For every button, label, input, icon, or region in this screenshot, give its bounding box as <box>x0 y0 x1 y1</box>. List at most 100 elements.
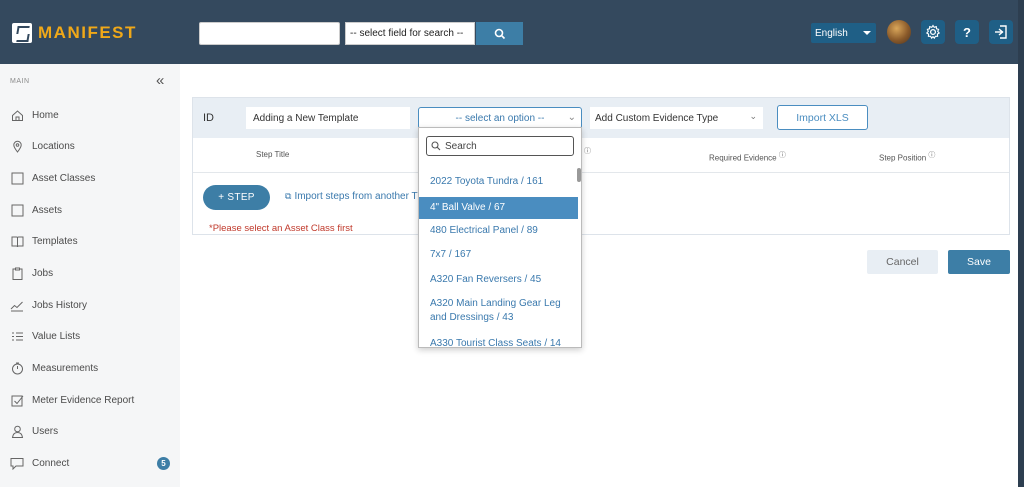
user-avatar[interactable] <box>887 20 911 44</box>
asset-class-placeholder: -- select an option -- <box>455 112 545 124</box>
user-icon <box>10 424 24 438</box>
sidebar-item-connect[interactable]: Connect <box>10 454 69 472</box>
sidebar-item-label: Users <box>32 425 59 437</box>
sidebar-item-users[interactable]: Users <box>10 422 58 440</box>
import-steps-label: Import steps from another T <box>294 191 418 202</box>
logout-icon <box>995 25 1007 39</box>
copy-icon: ⧉ <box>285 191 292 201</box>
chevron-down-icon: ⌄ <box>567 112 576 123</box>
help-circle-icon[interactable]: ⓘ <box>779 152 786 159</box>
template-name-input[interactable]: Adding a New Template <box>246 107 410 129</box>
sidebar-section-header: MAIN <box>10 78 30 85</box>
sidebar-item-measurements[interactable]: Measurements <box>10 359 98 377</box>
import-steps-link[interactable]: ⧉ Import steps from another T <box>285 191 418 202</box>
save-label: Save <box>967 256 991 268</box>
search-button[interactable] <box>476 22 523 45</box>
home-icon <box>10 108 24 122</box>
language-label: English <box>815 27 848 39</box>
import-xls-label: Import XLS <box>796 111 849 124</box>
sidebar-item-templates[interactable]: Templates <box>10 232 78 250</box>
import-xls-button[interactable]: Import XLS <box>777 105 868 130</box>
cancel-label: Cancel <box>886 256 919 268</box>
clipboard-icon <box>10 266 24 280</box>
sidebar-item-label: Home <box>32 109 59 121</box>
logout-button[interactable] <box>989 20 1013 44</box>
cancel-button[interactable]: Cancel <box>867 250 938 274</box>
search-field-select-label: -- select field for search -- <box>350 28 464 39</box>
checkbox-icon <box>10 393 24 407</box>
dropdown-search-input[interactable]: Search <box>426 136 574 156</box>
book-icon <box>10 234 24 248</box>
dropdown-option[interactable]: A320 Main Landing Gear Leg and Dressings… <box>419 295 578 327</box>
search-field-select[interactable]: -- select field for search -- <box>345 22 475 45</box>
logo-text: MANIFEST <box>38 23 137 42</box>
square-icon <box>10 203 24 217</box>
dropdown-search-placeholder: Search <box>445 140 477 152</box>
id-label: ID <box>203 112 214 124</box>
template-name-value: Adding a New Template <box>253 112 359 124</box>
sidebar-item-meter-evidence-report[interactable]: Meter Evidence Report <box>10 391 134 409</box>
sidebar-item-locations[interactable]: Locations <box>10 137 75 155</box>
custom-evidence-type-select[interactable]: Add Custom Evidence Type ⌄ <box>590 107 763 129</box>
custom-evidence-type-label: Add Custom Evidence Type <box>595 112 719 124</box>
gear-icon <box>925 24 941 40</box>
chat-icon <box>10 456 24 470</box>
template-form-header: ID Adding a New Template -- select an op… <box>193 98 1009 138</box>
sidebar-item-label: Assets <box>32 204 63 216</box>
sidebar-item-label: Jobs <box>32 267 54 279</box>
question-mark-icon: ? <box>963 24 971 40</box>
column-header-step-position: Step Position ⓘ <box>879 150 935 163</box>
search-icon <box>431 141 441 151</box>
collapse-sidebar-icon[interactable]: « <box>156 72 164 89</box>
help-circle-icon[interactable]: ⓘ <box>928 152 935 159</box>
sidebar-item-value-lists[interactable]: Value Lists <box>10 327 80 345</box>
app-logo[interactable]: MANIFEST <box>12 22 137 44</box>
step-position-label: Step Position <box>879 153 927 163</box>
help-button[interactable]: ? <box>955 20 979 44</box>
sidebar-item-label: Templates <box>32 235 78 247</box>
sidebar-item-jobs-history[interactable]: Jobs History <box>10 296 87 314</box>
chevron-down-icon: ⌄ <box>749 111 757 121</box>
asset-class-dropdown: Search 2022 Toyota Tundra / 161 4" Ball V… <box>418 127 582 348</box>
add-step-button[interactable]: + STEP <box>203 185 270 210</box>
column-header-required-evidence: Required Evidence ⓘ <box>709 150 786 163</box>
required-evidence-label: Required Evidence <box>709 153 777 163</box>
sidebar-item-label: Value Lists <box>32 330 81 342</box>
sidebar-item-jobs[interactable]: Jobs <box>10 264 53 282</box>
template-editor-panel: ID Adding a New Template -- select an op… <box>192 97 1010 235</box>
sidebar-item-asset-classes[interactable]: Asset Classes <box>10 169 95 187</box>
dropdown-option[interactable]: 4" Ball Valve / 67 <box>419 197 578 219</box>
dropdown-option[interactable]: A330 Tourist Class Seats / 14 <box>419 335 578 347</box>
window-edge <box>1018 0 1024 487</box>
save-button[interactable]: Save <box>948 250 1010 274</box>
help-circle-icon[interactable]: ⓘ <box>584 146 591 156</box>
language-select[interactable]: English <box>811 23 876 43</box>
sidebar-item-label: Measurements <box>32 362 99 374</box>
search-icon <box>494 28 505 39</box>
column-header-step-title: Step Title <box>256 150 290 159</box>
sidebar-item-label: Connect <box>32 457 70 469</box>
sidebar-item-label: Jobs History <box>32 299 88 311</box>
sidebar-item-label: Meter Evidence Report <box>32 394 135 406</box>
dropdown-option[interactable]: 2022 Toyota Tundra / 161 <box>419 173 578 191</box>
logo-mark-icon <box>12 23 32 43</box>
location-pin-icon <box>10 139 24 153</box>
dropdown-option[interactable]: 7x7 / 167 <box>419 246 578 264</box>
sidebar-item-label: Locations <box>32 140 75 152</box>
list-icon <box>10 329 24 343</box>
trend-icon <box>10 298 24 312</box>
header-divider <box>193 172 1009 173</box>
sidebar-item-assets[interactable]: Assets <box>10 201 62 219</box>
top-navbar: MANIFEST -- select field for search -- E… <box>0 0 1024 64</box>
dropdown-option[interactable]: 480 Electrical Panel / 89 <box>419 222 578 240</box>
dropdown-option[interactable]: A320 Fan Reversers / 45 <box>419 271 578 289</box>
global-search-input[interactable] <box>199 22 340 45</box>
caret-down-icon <box>863 31 871 35</box>
sidebar-item-home[interactable]: Home <box>10 106 59 124</box>
asset-class-select[interactable]: -- select an option -- ⌄ <box>418 107 582 129</box>
connect-count-badge: 5 <box>157 457 170 470</box>
add-step-label: + STEP <box>218 192 255 203</box>
timer-icon <box>10 361 24 375</box>
settings-button[interactable] <box>921 20 945 44</box>
asset-class-warning: *Please select an Asset Class first <box>209 223 353 234</box>
